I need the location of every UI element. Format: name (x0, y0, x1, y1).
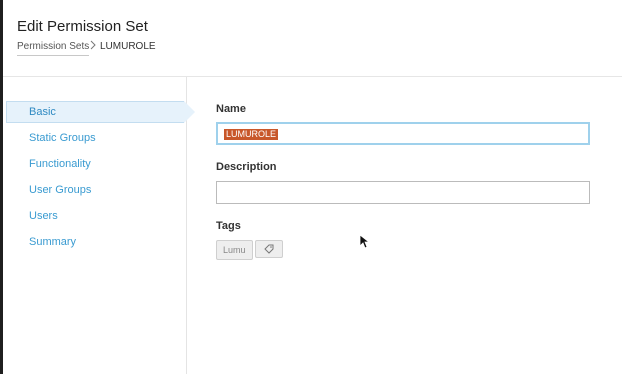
description-label: Description (216, 161, 277, 173)
edit-permission-set-window: Edit Permission Set Permission Sets LUMU… (3, 0, 622, 374)
description-input[interactable] (216, 181, 590, 204)
mouse-pointer-icon (359, 234, 371, 254)
breadcrumb-separator-icon (89, 40, 97, 53)
sidebar-item-summary[interactable]: Summary (29, 236, 76, 248)
page-header: Edit Permission Set Permission Sets LUMU… (3, 0, 622, 77)
sidebar-item-static-groups[interactable]: Static Groups (29, 132, 96, 144)
page-title: Edit Permission Set (17, 18, 148, 35)
breadcrumb-current: LUMUROLE (100, 41, 156, 52)
sidebar-item-user-groups[interactable]: User Groups (29, 184, 91, 196)
sidebar-item-functionality[interactable]: Functionality (29, 158, 91, 170)
add-tag-button[interactable] (255, 240, 283, 258)
sidebar: Basic Static Groups Functionality User G… (3, 77, 195, 374)
name-label: Name (216, 103, 246, 115)
name-input[interactable]: LUMUROLE (216, 122, 590, 145)
tag-chip[interactable]: Lumu (216, 240, 253, 260)
basic-form: Name LUMUROLE Description Tags Lumu (187, 77, 622, 374)
sidebar-item-basic[interactable]: Basic (29, 106, 56, 118)
tag-icon (264, 244, 274, 254)
breadcrumb-permission-sets[interactable]: Permission Sets (17, 41, 90, 56)
sidebar-item-users[interactable]: Users (29, 210, 58, 222)
name-input-value: LUMUROLE (224, 129, 279, 140)
tags-label: Tags (216, 220, 241, 232)
